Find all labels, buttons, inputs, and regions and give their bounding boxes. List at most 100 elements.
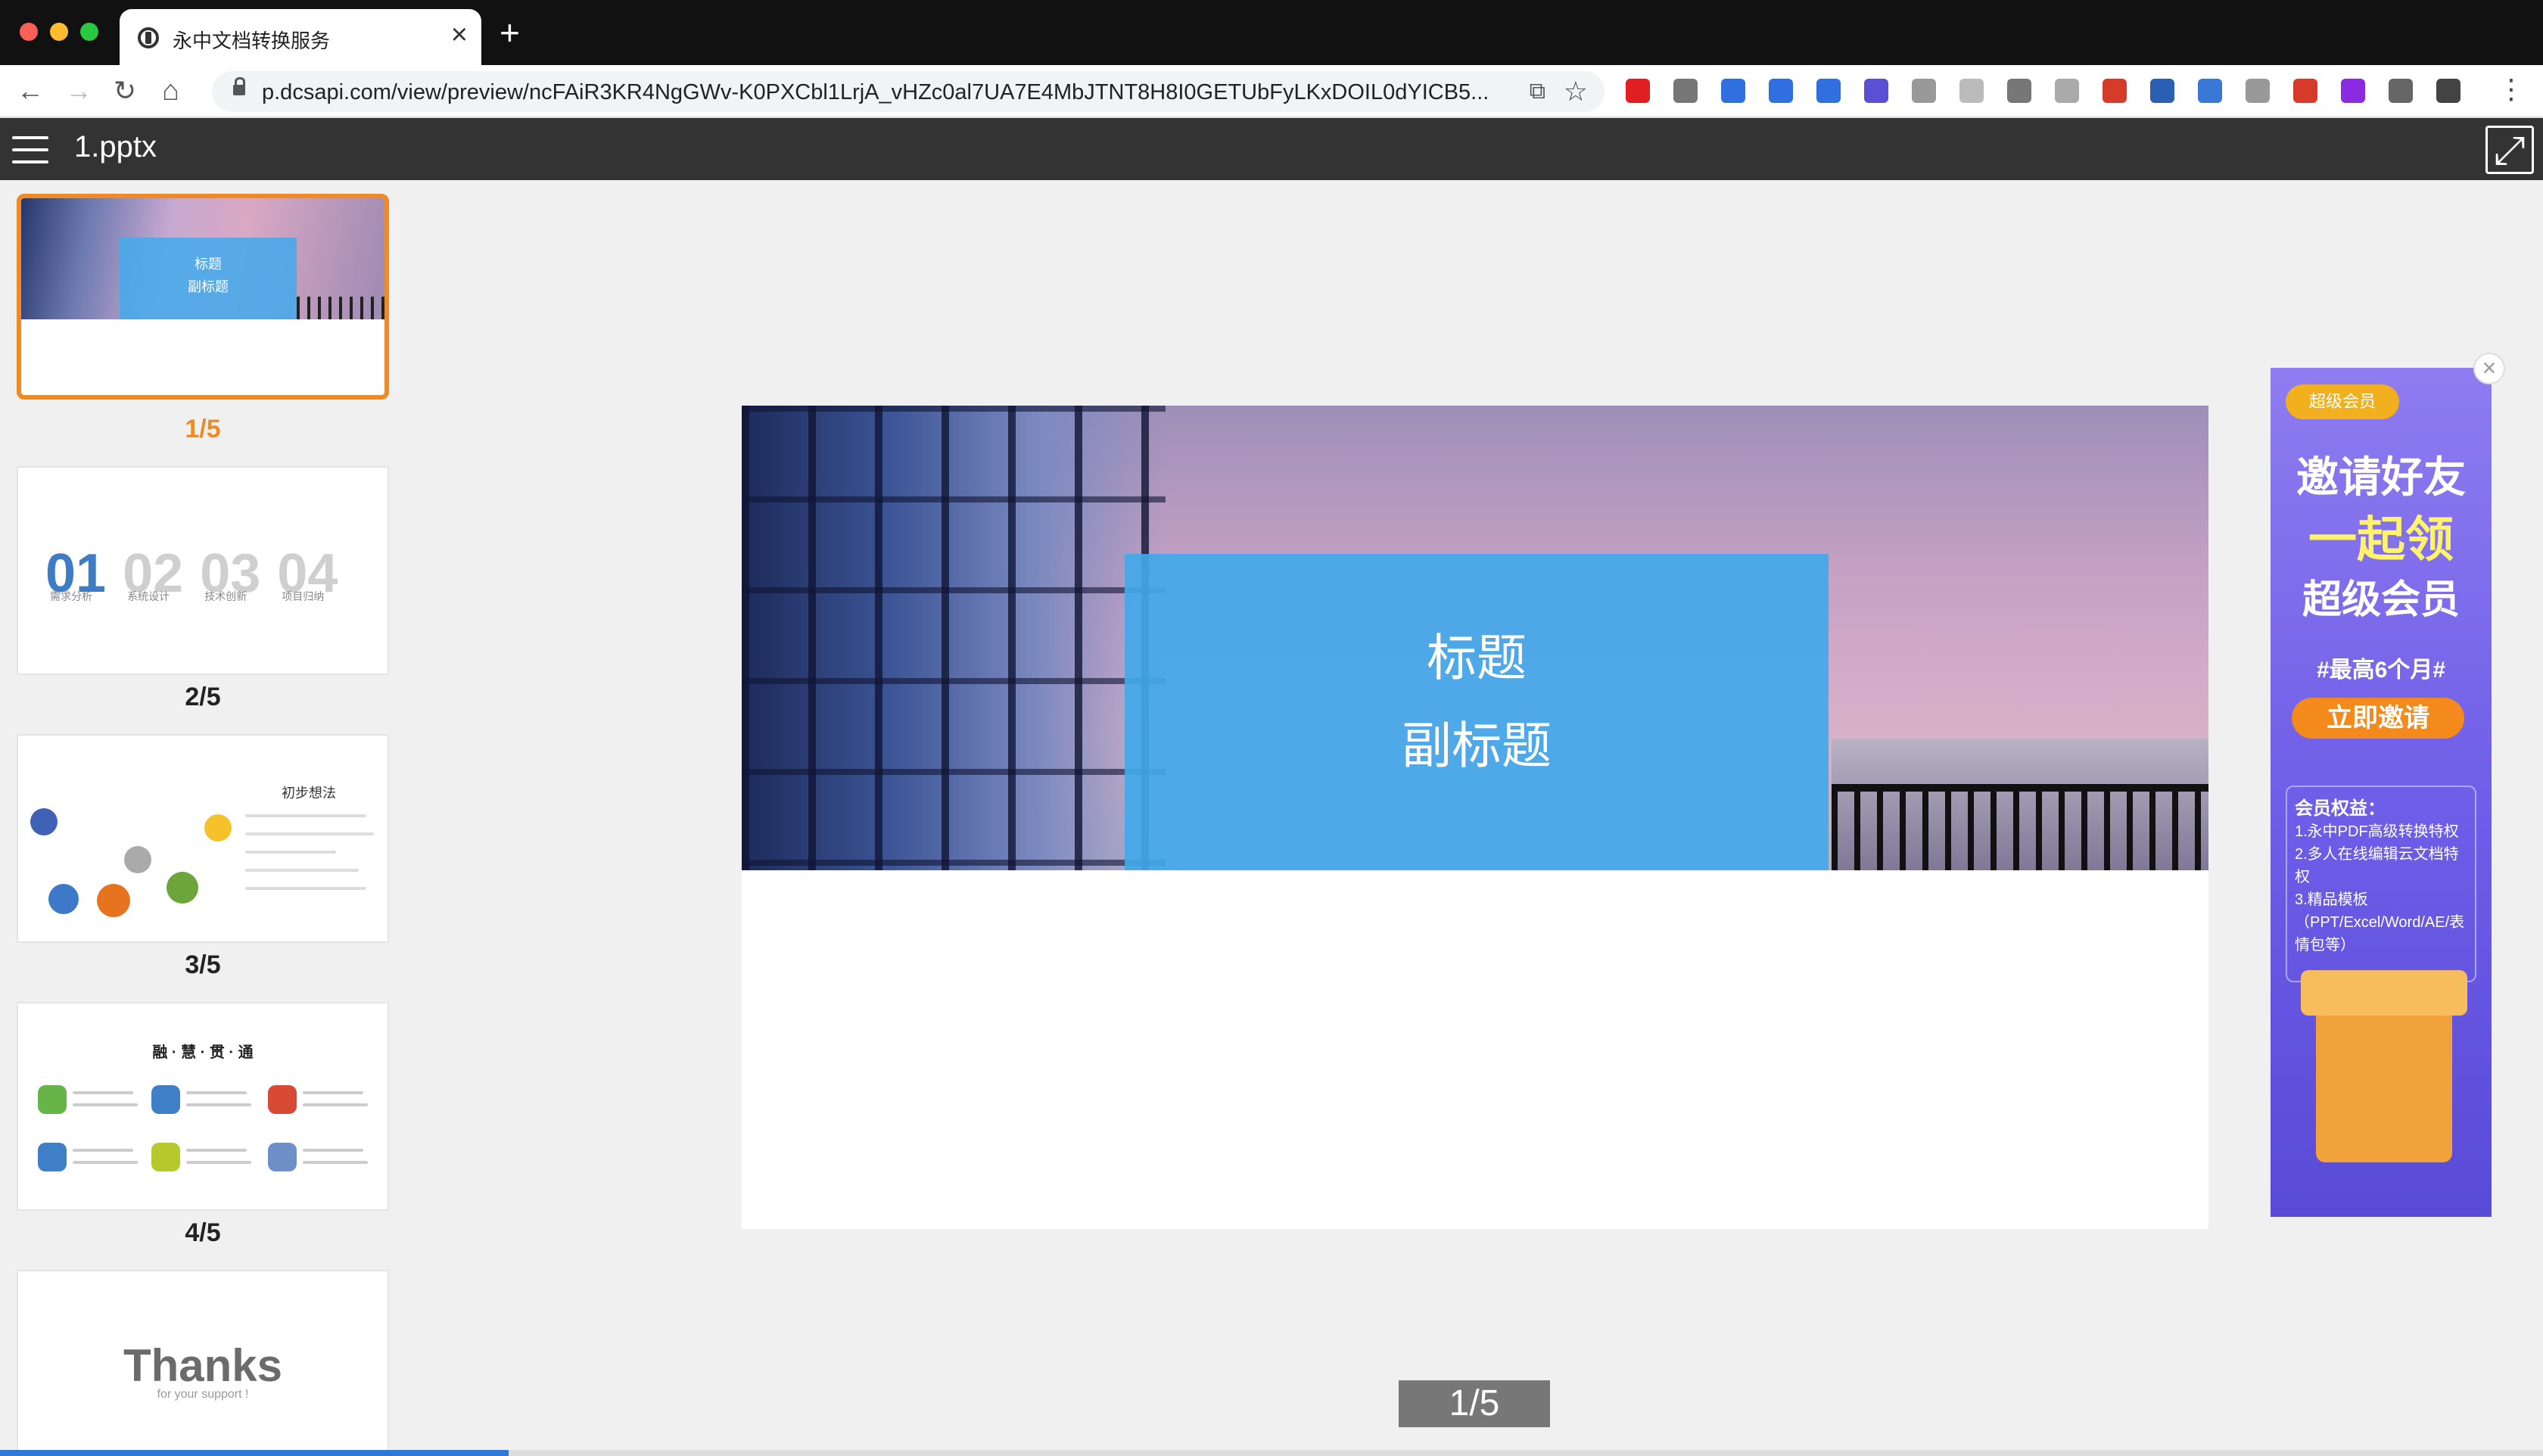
thumb-text-line <box>186 1103 251 1106</box>
browser-extension-icon[interactable] <box>1721 79 1745 103</box>
back-button[interactable]: ← <box>17 74 44 107</box>
thumb-title: 标题 <box>195 257 222 272</box>
thumb-text-line <box>186 1091 247 1094</box>
browser-extension-icon[interactable] <box>2436 79 2461 103</box>
browser-extension-icon[interactable] <box>1673 79 1698 103</box>
thumb-section-number: 02 系统设计 <box>123 543 184 604</box>
hamburger-icon[interactable] <box>12 136 48 163</box>
feature-icon <box>268 1085 297 1114</box>
idea-node-icon <box>124 846 151 873</box>
window-close-button[interactable] <box>20 23 38 41</box>
load-progress-bar <box>0 1450 2543 1456</box>
promo-ad-banner[interactable]: 超级会员 邀请好友 一起领 超级会员 #最高6个月# 立即邀请 会员权益： 1.… <box>2271 368 2492 1217</box>
thumbnail-label: 3/5 <box>185 950 221 979</box>
browser-extension-icon[interactable] <box>1769 79 1793 103</box>
thumb-text-line <box>245 814 366 817</box>
lock-icon[interactable] <box>233 77 245 95</box>
ad-close-icon[interactable]: × <box>2473 353 2505 384</box>
ad-headline-3: 超级会员 <box>2302 578 2460 622</box>
tab-close-icon[interactable]: × <box>451 20 468 50</box>
forward-button[interactable]: → <box>65 74 92 107</box>
thumb-section-number: 03 技术创新 <box>200 543 261 604</box>
browser-extension-icon[interactable] <box>2198 79 2222 103</box>
window-zoom-button[interactable] <box>80 23 98 41</box>
browser-menu-icon[interactable]: ⋮ <box>2498 74 2525 104</box>
load-progress-fill <box>0 1450 509 1456</box>
thumbnail-slide-1[interactable]: 标题 副标题 <box>17 194 389 400</box>
browser-extension-icon[interactable] <box>2007 79 2031 103</box>
new-tab-button[interactable]: + <box>500 15 520 50</box>
fullscreen-icon[interactable] <box>2485 126 2534 174</box>
ad-headline-2: 一起领 <box>2308 512 2454 567</box>
thumb-text-line <box>73 1103 138 1106</box>
viewer-header: 1.pptx <box>0 118 2543 180</box>
slide-subtitle: 副标题 <box>1402 717 1552 773</box>
thumbnail-label: 2/5 <box>185 683 221 711</box>
feature-icon <box>268 1143 297 1171</box>
thumbnail-slide-2[interactable]: 01 需求分析 02 系统设计 03 技术创新 04 项目归纳 <box>17 466 389 675</box>
document-title: 1.pptx <box>74 130 157 163</box>
thumb-thanks-text: Thanks <box>123 1340 283 1391</box>
url-text[interactable]: p.dcsapi.com/view/preview/ncFAiR3KR4NgGW… <box>262 80 1533 105</box>
building-window-grid <box>742 406 1166 870</box>
idea-node-icon <box>204 814 232 842</box>
thumb-heading: 初步想法 <box>282 786 336 801</box>
idea-node-icon <box>97 884 130 917</box>
thumb-text-line <box>245 887 366 890</box>
browser-extension-icon[interactable] <box>2055 79 2079 103</box>
thumbnail-slide-5[interactable]: Thanks for your support ! <box>17 1270 389 1456</box>
browser-extension-icon[interactable] <box>1626 79 1650 103</box>
browser-tab[interactable]: 永中文档转换服务 × <box>120 9 481 65</box>
browser-extension-icon[interactable] <box>2246 79 2270 103</box>
browser-extension-icon[interactable] <box>1959 79 1984 103</box>
thumb-thanks-subtitle: for your support ! <box>157 1388 249 1401</box>
thumbnail-label: 4/5 <box>185 1218 221 1247</box>
browser-extension-icon[interactable] <box>2150 79 2174 103</box>
browser-extension-icon[interactable] <box>1816 79 1841 103</box>
window-minimize-button[interactable] <box>50 23 68 41</box>
thumb-title-box: 标题 副标题 <box>120 238 297 319</box>
thumbnail-label: 1/5 <box>185 415 221 443</box>
browser-tabbar: 永中文档转换服务 × + <box>0 0 2543 65</box>
thumb-text-line <box>245 832 374 835</box>
thumbnail-sidebar: 标题 副标题 1/5 01 需求分析 02 系统设计 03 技术创新 04 项目归纳 2… <box>0 180 409 1456</box>
gift-box-illustration <box>2301 970 2467 1162</box>
benefit-item: 3.精品模板（PPT/Excel/Word/AE/表情包等） <box>2295 891 2465 954</box>
thumb-section-number: 04 项目归纳 <box>277 543 338 604</box>
bookmark-star-icon[interactable]: ☆ <box>1564 76 1588 107</box>
address-bar[interactable]: p.dcsapi.com/view/preview/ncFAiR3KR4NgGW… <box>212 71 1605 112</box>
thumb-text-line <box>186 1149 247 1152</box>
ad-headline-1: 邀请好友 <box>2296 453 2466 501</box>
browser-extension-icon[interactable] <box>1864 79 1888 103</box>
thumb-text-line <box>303 1161 368 1164</box>
benefit-item: 2.多人在线编辑云文档特权 <box>2295 846 2459 885</box>
idea-node-icon <box>167 872 198 904</box>
thumb-text-line <box>73 1161 138 1164</box>
browser-extension-icon[interactable] <box>2341 79 2365 103</box>
feature-icon <box>151 1143 180 1171</box>
globe-icon <box>138 27 159 48</box>
browser-extension-icon[interactable] <box>1912 79 1936 103</box>
thumb-railing <box>297 297 384 319</box>
thumbnail-slide-4[interactable]: 融 · 慧 · 贯 · 通 <box>17 1002 389 1211</box>
thumb-text-line <box>186 1161 251 1164</box>
feature-icon <box>151 1085 180 1114</box>
thumb-text-line <box>245 869 359 872</box>
invite-button[interactable]: 立即邀请 <box>2292 698 2464 739</box>
translate-icon[interactable]: ⧉ <box>1530 79 1545 104</box>
thumb-heading: 融 · 慧 · 贯 · 通 <box>152 1044 254 1061</box>
benefit-item: 1.永中PDF高级转换特权 <box>2295 823 2459 840</box>
balcony-railing-image <box>1832 784 2208 870</box>
page-indicator: 1/5 <box>1399 1380 1550 1427</box>
slide-title-box: 标题 副标题 <box>1125 554 1829 870</box>
browser-extension-icon[interactable] <box>2293 79 2317 103</box>
benefits-title: 会员权益： <box>2295 798 2386 819</box>
thumbnail-slide-3[interactable]: 初步想法 <box>17 734 389 943</box>
thumb-text-line <box>303 1149 363 1152</box>
idea-node-icon <box>30 808 58 835</box>
browser-extension-icon[interactable] <box>2389 79 2413 103</box>
reload-button[interactable]: ↻ <box>114 74 136 107</box>
browser-extension-icon[interactable] <box>2103 79 2127 103</box>
home-button[interactable]: ⌂ <box>162 74 179 107</box>
feature-icon <box>38 1143 67 1171</box>
